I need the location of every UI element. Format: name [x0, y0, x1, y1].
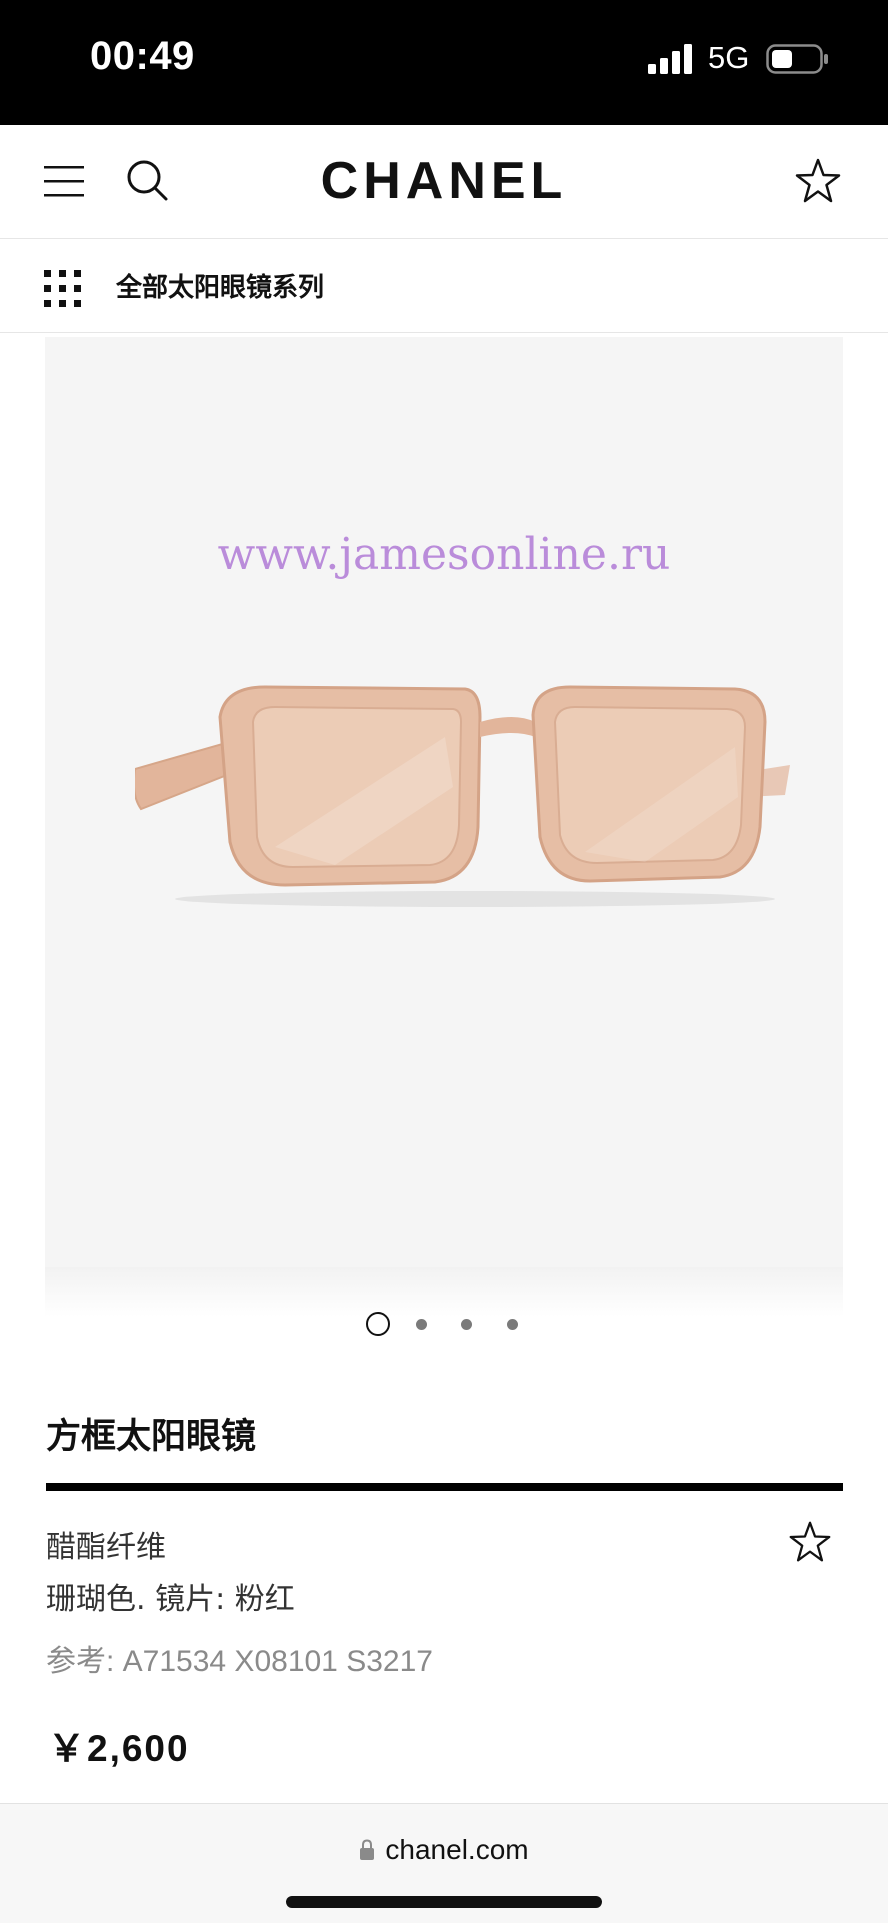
title-divider: [46, 1483, 843, 1491]
network-type: 5G: [708, 40, 750, 75]
product-reference: 参考: A71534 X08101 S3217: [46, 1645, 433, 1678]
carousel-dot[interactable]: [416, 1319, 427, 1330]
home-indicator[interactable]: [286, 1896, 602, 1908]
status-bar: 00:49 5G: [0, 0, 888, 125]
brand-logo[interactable]: CHANEL: [0, 151, 888, 211]
image-reflection: [45, 1267, 843, 1317]
browser-address-bar[interactable]: chanel.com: [0, 1803, 888, 1923]
product-material: 醋酯纤维: [46, 1530, 166, 1565]
collection-label: 全部太阳眼镜系列: [116, 273, 325, 303]
product-image[interactable]: www.jamesonline.ru: [45, 337, 843, 1267]
signal-icon: [648, 44, 692, 74]
lock-icon: [360, 1839, 375, 1860]
carousel-dot[interactable]: [461, 1319, 472, 1330]
site-header: CHANEL: [0, 125, 888, 239]
battery-icon: [766, 44, 828, 74]
carousel-dot[interactable]: [507, 1319, 518, 1330]
carousel-indicator[interactable]: [0, 1312, 888, 1338]
collection-nav[interactable]: 全部太阳眼镜系列: [0, 239, 888, 333]
wishlist-star-icon[interactable]: [794, 157, 842, 205]
status-time: 00:49: [90, 34, 195, 78]
product-color: 珊瑚色. 镜片: 粉红: [46, 1582, 295, 1617]
product-title: 方框太阳眼镜: [46, 1417, 257, 1457]
url-text: chanel.com: [385, 1834, 529, 1865]
add-to-wishlist-star-icon[interactable]: [788, 1520, 832, 1564]
sunglasses-illustration: [135, 685, 790, 907]
product-price: ￥2,600: [48, 1728, 190, 1769]
watermark-text: www.jamesonline.ru: [217, 529, 671, 580]
url-display[interactable]: chanel.com: [0, 1834, 888, 1866]
carousel-dot-active[interactable]: [366, 1312, 390, 1336]
grid-icon: [44, 270, 81, 307]
